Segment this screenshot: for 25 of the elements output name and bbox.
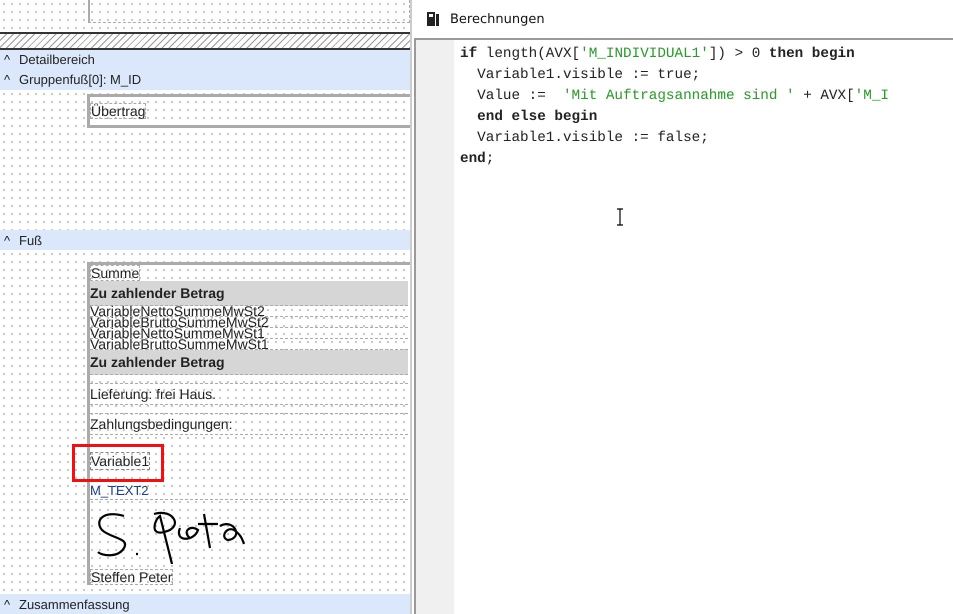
code-line: Variable1.visible := false; — [476, 129, 710, 148]
code-line: end; — [460, 150, 496, 169]
window-title: Berechnungen — [450, 12, 545, 26]
code-line: end else begin — [476, 108, 598, 127]
text-element[interactable]: Zu zahlender Betrag — [90, 350, 408, 376]
code-line: if length(AVX['M_INDIVIDUAL1']) > 0 then begin — [460, 45, 856, 64]
band-header[interactable]: ^ Detailbereich — [0, 50, 410, 70]
band-header[interactable]: ^ Zusammenfassung — [0, 594, 410, 614]
code-line: Value := 'Mit Auftragsannahme sind ' + AVX['M_I — [476, 87, 889, 106]
band-header[interactable]: ^ Gruppenfuß[0]: M_ID — [0, 70, 410, 90]
band-header[interactable]: ^ Fuß — [0, 230, 410, 250]
text-element[interactable]: Zahlungsbedingungen: — [90, 413, 408, 436]
text-element[interactable]: Variable1 — [90, 452, 150, 470]
text-element[interactable]: Steffen Peter — [90, 569, 174, 586]
text-element[interactable]: Lieferung: frei Haus. — [90, 383, 408, 406]
text-cursor-icon — [616, 208, 624, 226]
code-editor[interactable]: if length(AVX['M_INDIVIDUAL1']) > 0 then begin Variable1.visible := true; Value := 'Mit Auftragsannahme sind ' + AVX['M_I end else begin Variable1.visible := false; end; — [414, 38, 953, 614]
code-line: Variable1.visible := true; — [476, 66, 702, 85]
text-element[interactable]: M_TEXT2 — [90, 483, 408, 500]
text-element[interactable]: VariableBruttoSummeMwSt2 — [90, 317, 408, 328]
text-element[interactable]: VariableNettoSummeMwSt2 — [90, 306, 408, 318]
selection-frame[interactable] — [72, 444, 164, 482]
text-element[interactable]: Übertrag — [90, 102, 146, 119]
text-element[interactable]: VariableNettoSummeMwSt1 — [90, 328, 408, 340]
text-element[interactable]: Zu zahlender Betrag — [90, 281, 408, 306]
